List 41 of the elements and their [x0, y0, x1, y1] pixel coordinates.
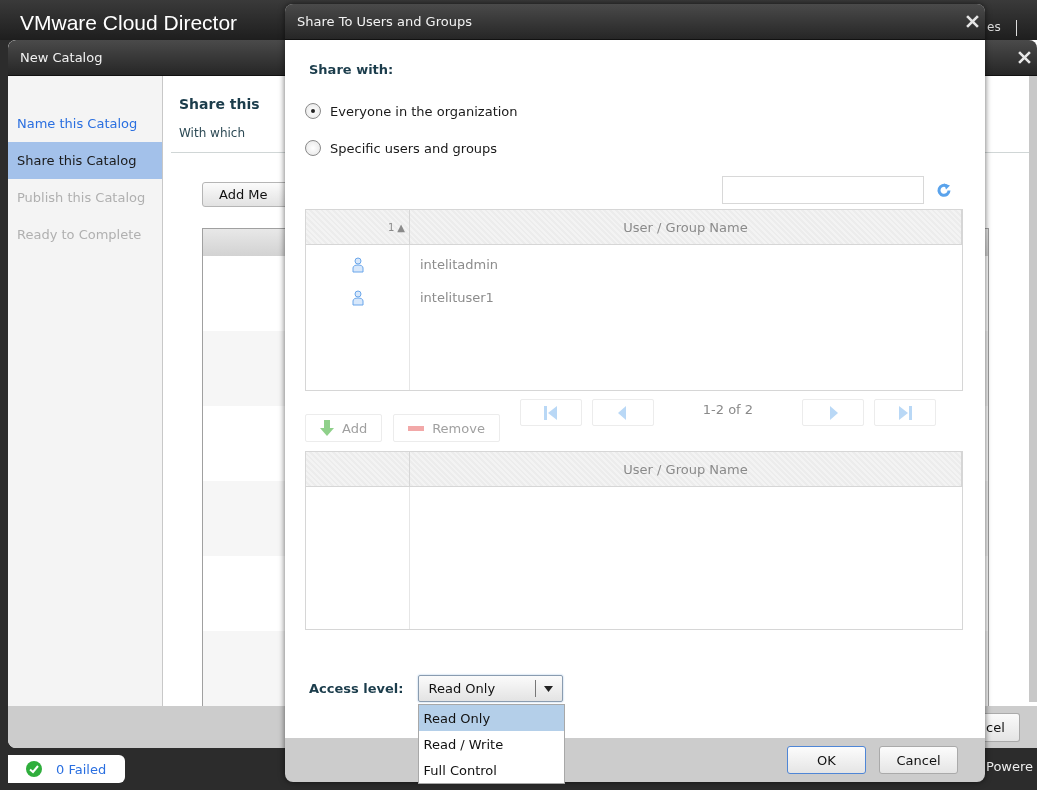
- app-title: VMware Cloud Director: [20, 10, 238, 36]
- scrollbar[interactable]: [1029, 76, 1037, 702]
- dropdown-option[interactable]: Read Only: [418, 705, 564, 731]
- user-icon: [352, 289, 364, 306]
- share-with-label: Share with:: [309, 62, 395, 77]
- radio-button[interactable]: [305, 103, 321, 119]
- search-field[interactable]: [722, 176, 924, 204]
- minus-icon: [408, 425, 425, 431]
- first-page-icon: [542, 404, 559, 421]
- previous-page-button[interactable]: [591, 399, 654, 426]
- table-cell[interactable]: intelitadmin: [410, 257, 498, 272]
- first-page-button[interactable]: [519, 399, 582, 426]
- cancel-button[interactable]: Cancel: [879, 746, 958, 774]
- wizard-step[interactable]: Share this Catalog: [8, 142, 162, 179]
- refresh-icon[interactable]: [936, 182, 952, 198]
- failed-link[interactable]: 0 Failed: [56, 761, 107, 777]
- window-title: New Catalog: [20, 50, 103, 65]
- sort-mark: ▲: [397, 221, 405, 233]
- dialog-title: Share To Users and Groups: [297, 14, 472, 29]
- radio-button[interactable]: [305, 140, 321, 156]
- check-icon: [26, 761, 42, 777]
- access-level-label: Access level:: [309, 681, 404, 696]
- close-icon[interactable]: [966, 15, 979, 28]
- radio-label[interactable]: Specific users and groups: [330, 140, 498, 156]
- cancel-button[interactable]: cel: [984, 712, 1020, 742]
- down-arrow-icon: [320, 420, 334, 436]
- last-page-icon: [896, 404, 913, 421]
- radio-label[interactable]: Everyone in the organization: [330, 103, 518, 119]
- page-heading: Share this: [179, 96, 260, 112]
- header-link[interactable]: es: [987, 20, 1001, 34]
- wizard-step[interactable]: Name this Catalog: [8, 105, 162, 142]
- table-cell[interactable]: intelituser1: [410, 290, 494, 305]
- user-icon: [352, 256, 364, 273]
- ok-button[interactable]: OK: [787, 746, 866, 774]
- footer-text: Powere: [986, 759, 1034, 774]
- page-range: 1-2 of 2: [701, 401, 755, 419]
- close-icon[interactable]: [1018, 51, 1031, 64]
- page-description: With which: [179, 126, 246, 140]
- caret-icon: [544, 685, 553, 692]
- last-page-button[interactable]: [873, 399, 936, 426]
- next-page-button[interactable]: [801, 399, 864, 426]
